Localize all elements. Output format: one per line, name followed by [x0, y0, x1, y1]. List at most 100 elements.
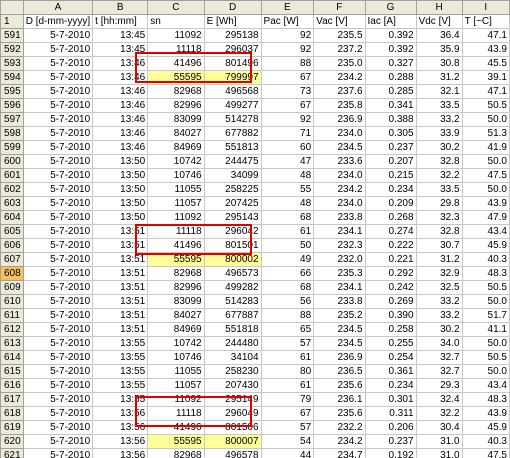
row-header[interactable]: 604 [0, 210, 24, 225]
cell[interactable]: 43.4 [461, 224, 510, 239]
cell[interactable]: 0.392 [364, 42, 417, 57]
row-header[interactable]: 613 [0, 336, 24, 351]
cell[interactable]: 13:51 [92, 266, 149, 281]
cell[interactable]: 34099 [203, 168, 262, 183]
cell[interactable]: 41496 [147, 238, 205, 253]
cell[interactable]: 10746 [147, 168, 205, 183]
cell[interactable]: 67 [260, 406, 315, 421]
row-header[interactable]: 599 [0, 140, 24, 155]
column-header-i[interactable]: I [461, 0, 510, 15]
cell[interactable]: 233.8 [313, 210, 366, 225]
cell[interactable]: 13:55 [92, 350, 149, 365]
cell[interactable]: 65 [260, 322, 315, 337]
cell[interactable]: 83099 [147, 112, 205, 127]
row-header[interactable]: 1 [0, 14, 24, 29]
cell[interactable]: 32.7 [415, 350, 463, 365]
cell[interactable]: 50.0 [461, 182, 510, 197]
cell[interactable]: 296037 [203, 42, 262, 57]
cell[interactable]: 11118 [147, 406, 205, 421]
cell[interactable]: 13:46 [92, 140, 149, 155]
cell[interactable]: 68 [260, 210, 315, 225]
cell[interactable]: 235.6 [313, 406, 366, 421]
cell[interactable]: 232.2 [313, 420, 366, 435]
cell[interactable]: 82996 [147, 280, 205, 295]
cell[interactable]: 92 [260, 42, 315, 57]
cell[interactable]: 5-7-2010 [22, 266, 94, 281]
cell[interactable]: 0.206 [364, 420, 417, 435]
cell[interactable]: 5-7-2010 [22, 336, 94, 351]
cell[interactable]: 234.0 [313, 196, 366, 211]
column-title-cell[interactable]: Vac [V] [313, 14, 366, 29]
row-header[interactable]: 616 [0, 378, 24, 393]
column-title-cell[interactable]: Pac [W] [260, 14, 315, 29]
cell[interactable]: 47.9 [461, 210, 510, 225]
row-header[interactable]: 610 [0, 294, 24, 309]
row-header[interactable]: 608 [0, 266, 24, 281]
cell[interactable]: 0.390 [364, 308, 417, 323]
cell[interactable]: 5-7-2010 [22, 56, 94, 71]
cell[interactable]: 13:56 [92, 448, 149, 458]
column-header-d[interactable]: D [203, 0, 262, 15]
cell[interactable]: 295143 [203, 210, 262, 225]
cell[interactable]: 83099 [147, 294, 205, 309]
cell[interactable]: 32.3 [415, 210, 463, 225]
cell[interactable]: 5-7-2010 [22, 126, 94, 141]
cell[interactable]: 11092 [147, 210, 205, 225]
column-header-f[interactable]: F [313, 0, 366, 15]
cell[interactable]: 30.8 [415, 56, 463, 71]
cell[interactable]: 5-7-2010 [22, 448, 94, 458]
cell[interactable]: 32.1 [415, 84, 463, 99]
row-header[interactable]: 611 [0, 308, 24, 323]
cell[interactable]: 71 [260, 126, 315, 141]
cell[interactable]: 5-7-2010 [22, 350, 94, 365]
cell[interactable]: 499282 [203, 280, 262, 295]
cell[interactable]: 32.7 [415, 364, 463, 379]
cell[interactable]: 234.0 [313, 168, 366, 183]
column-title-cell[interactable]: T [~C] [461, 14, 510, 29]
cell[interactable]: 13:55 [92, 364, 149, 379]
cell[interactable]: 236.1 [313, 392, 366, 407]
cell[interactable]: 5-7-2010 [22, 434, 94, 449]
cell[interactable]: 51.3 [461, 126, 510, 141]
row-header[interactable]: 609 [0, 280, 24, 295]
cell[interactable]: 5-7-2010 [22, 42, 94, 57]
cell[interactable]: 244475 [203, 154, 262, 169]
row-header[interactable]: 597 [0, 112, 24, 127]
cell[interactable]: 82968 [147, 266, 205, 281]
cell[interactable]: 82968 [147, 84, 205, 99]
cell[interactable]: 233.6 [313, 154, 366, 169]
cell[interactable]: 551818 [203, 322, 262, 337]
row-header[interactable]: 607 [0, 252, 24, 267]
cell[interactable]: 34.0 [415, 336, 463, 351]
cell[interactable]: 84027 [147, 126, 205, 141]
cell[interactable]: 61 [260, 224, 315, 239]
cell[interactable]: 56 [260, 294, 315, 309]
row-header[interactable]: 596 [0, 98, 24, 113]
column-header-a[interactable]: A [22, 0, 94, 15]
cell[interactable]: 31.2 [415, 252, 463, 267]
column-title-cell[interactable]: Iac [A] [364, 14, 417, 29]
cell[interactable]: 92 [260, 112, 315, 127]
column-header-g[interactable]: G [364, 0, 417, 15]
cell[interactable]: 5-7-2010 [22, 406, 94, 421]
cell[interactable]: 244480 [203, 336, 262, 351]
cell[interactable]: 5-7-2010 [22, 70, 94, 85]
column-title-cell[interactable]: t [hh:mm] [92, 14, 149, 29]
cell[interactable]: 5-7-2010 [22, 154, 94, 169]
cell[interactable]: 32.4 [415, 392, 463, 407]
cell[interactable]: 232.0 [313, 252, 366, 267]
cell[interactable]: 35.9 [415, 42, 463, 57]
cell[interactable]: 677882 [203, 126, 262, 141]
cell[interactable]: 5-7-2010 [22, 252, 94, 267]
cell[interactable]: 61 [260, 378, 315, 393]
cell[interactable]: 57 [260, 420, 315, 435]
cell[interactable]: 13:46 [92, 70, 149, 85]
cell[interactable]: 0.305 [364, 126, 417, 141]
cell[interactable]: 13:46 [92, 98, 149, 113]
cell[interactable]: 0.221 [364, 252, 417, 267]
cell[interactable]: 677887 [203, 308, 262, 323]
cell[interactable]: 29.8 [415, 196, 463, 211]
cell[interactable]: 234.2 [313, 70, 366, 85]
cell[interactable]: 258230 [203, 364, 262, 379]
cell[interactable]: 13:51 [92, 252, 149, 267]
